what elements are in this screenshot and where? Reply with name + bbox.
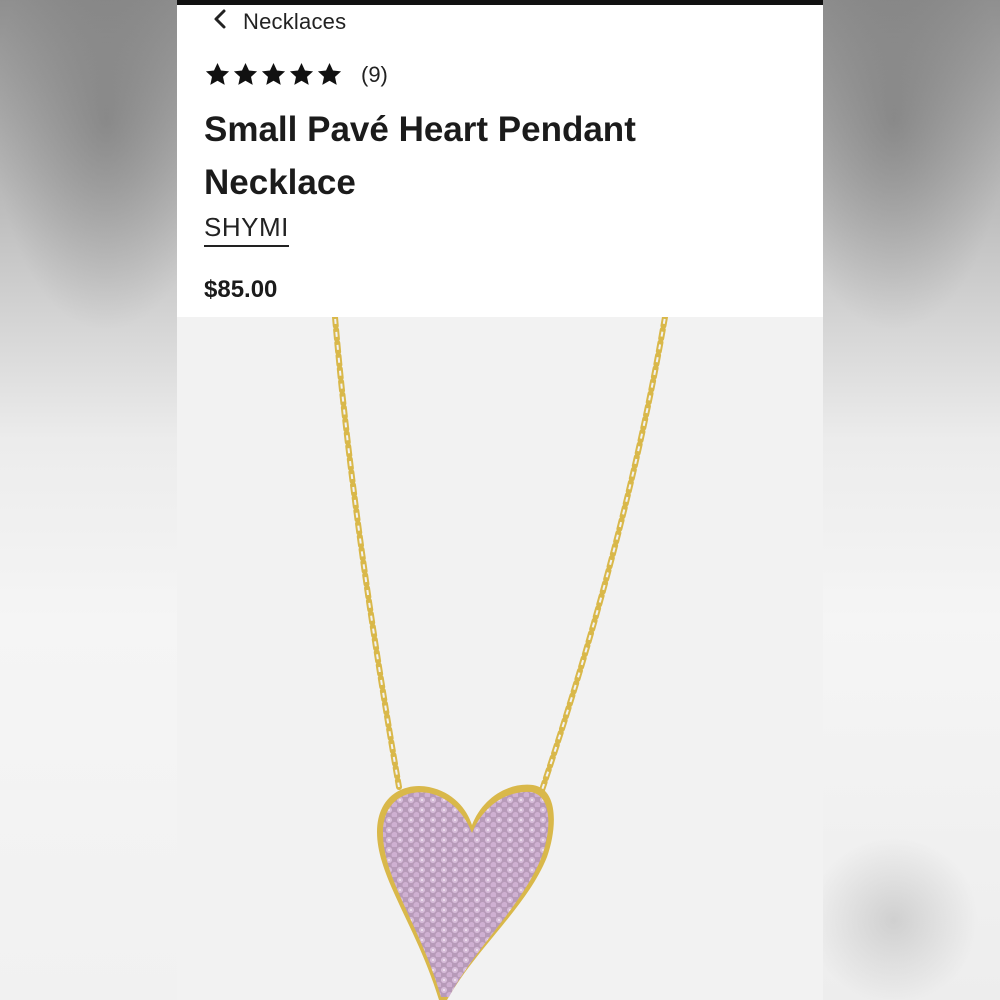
star-rating <box>204 61 343 88</box>
necklace-illustration <box>332 317 668 1000</box>
screenshot-frame: Necklaces (9) Small Pavé Heart Pendant N… <box>0 0 1000 1000</box>
blurred-background-right <box>823 0 1000 1000</box>
star-icon <box>205 63 230 85</box>
star-icon <box>261 63 286 85</box>
necklace-chain-left <box>332 317 402 790</box>
star-icon <box>233 63 258 85</box>
product-header: Necklaces (9) Small Pavé Heart Pendant N… <box>177 5 823 317</box>
product-page: Necklaces (9) Small Pavé Heart Pendant N… <box>177 0 823 1000</box>
product-image[interactable] <box>177 317 823 1000</box>
product-price: $85.00 <box>204 276 278 303</box>
blurred-background-left <box>0 0 177 1000</box>
product-title: Small Pavé Heart Pendant Necklace <box>204 110 636 202</box>
star-icon <box>317 63 342 85</box>
breadcrumb-back-link[interactable]: Necklaces <box>211 8 346 35</box>
star-icon <box>289 63 314 85</box>
product-rating[interactable]: (9) <box>204 61 388 88</box>
necklace-chain-right <box>538 317 668 796</box>
review-count[interactable]: (9) <box>361 62 388 88</box>
breadcrumb-label: Necklaces <box>243 8 347 34</box>
brand-link[interactable]: SHYMI <box>204 212 289 247</box>
chevron-left-icon <box>211 8 229 35</box>
heart-pendant <box>377 784 554 1000</box>
